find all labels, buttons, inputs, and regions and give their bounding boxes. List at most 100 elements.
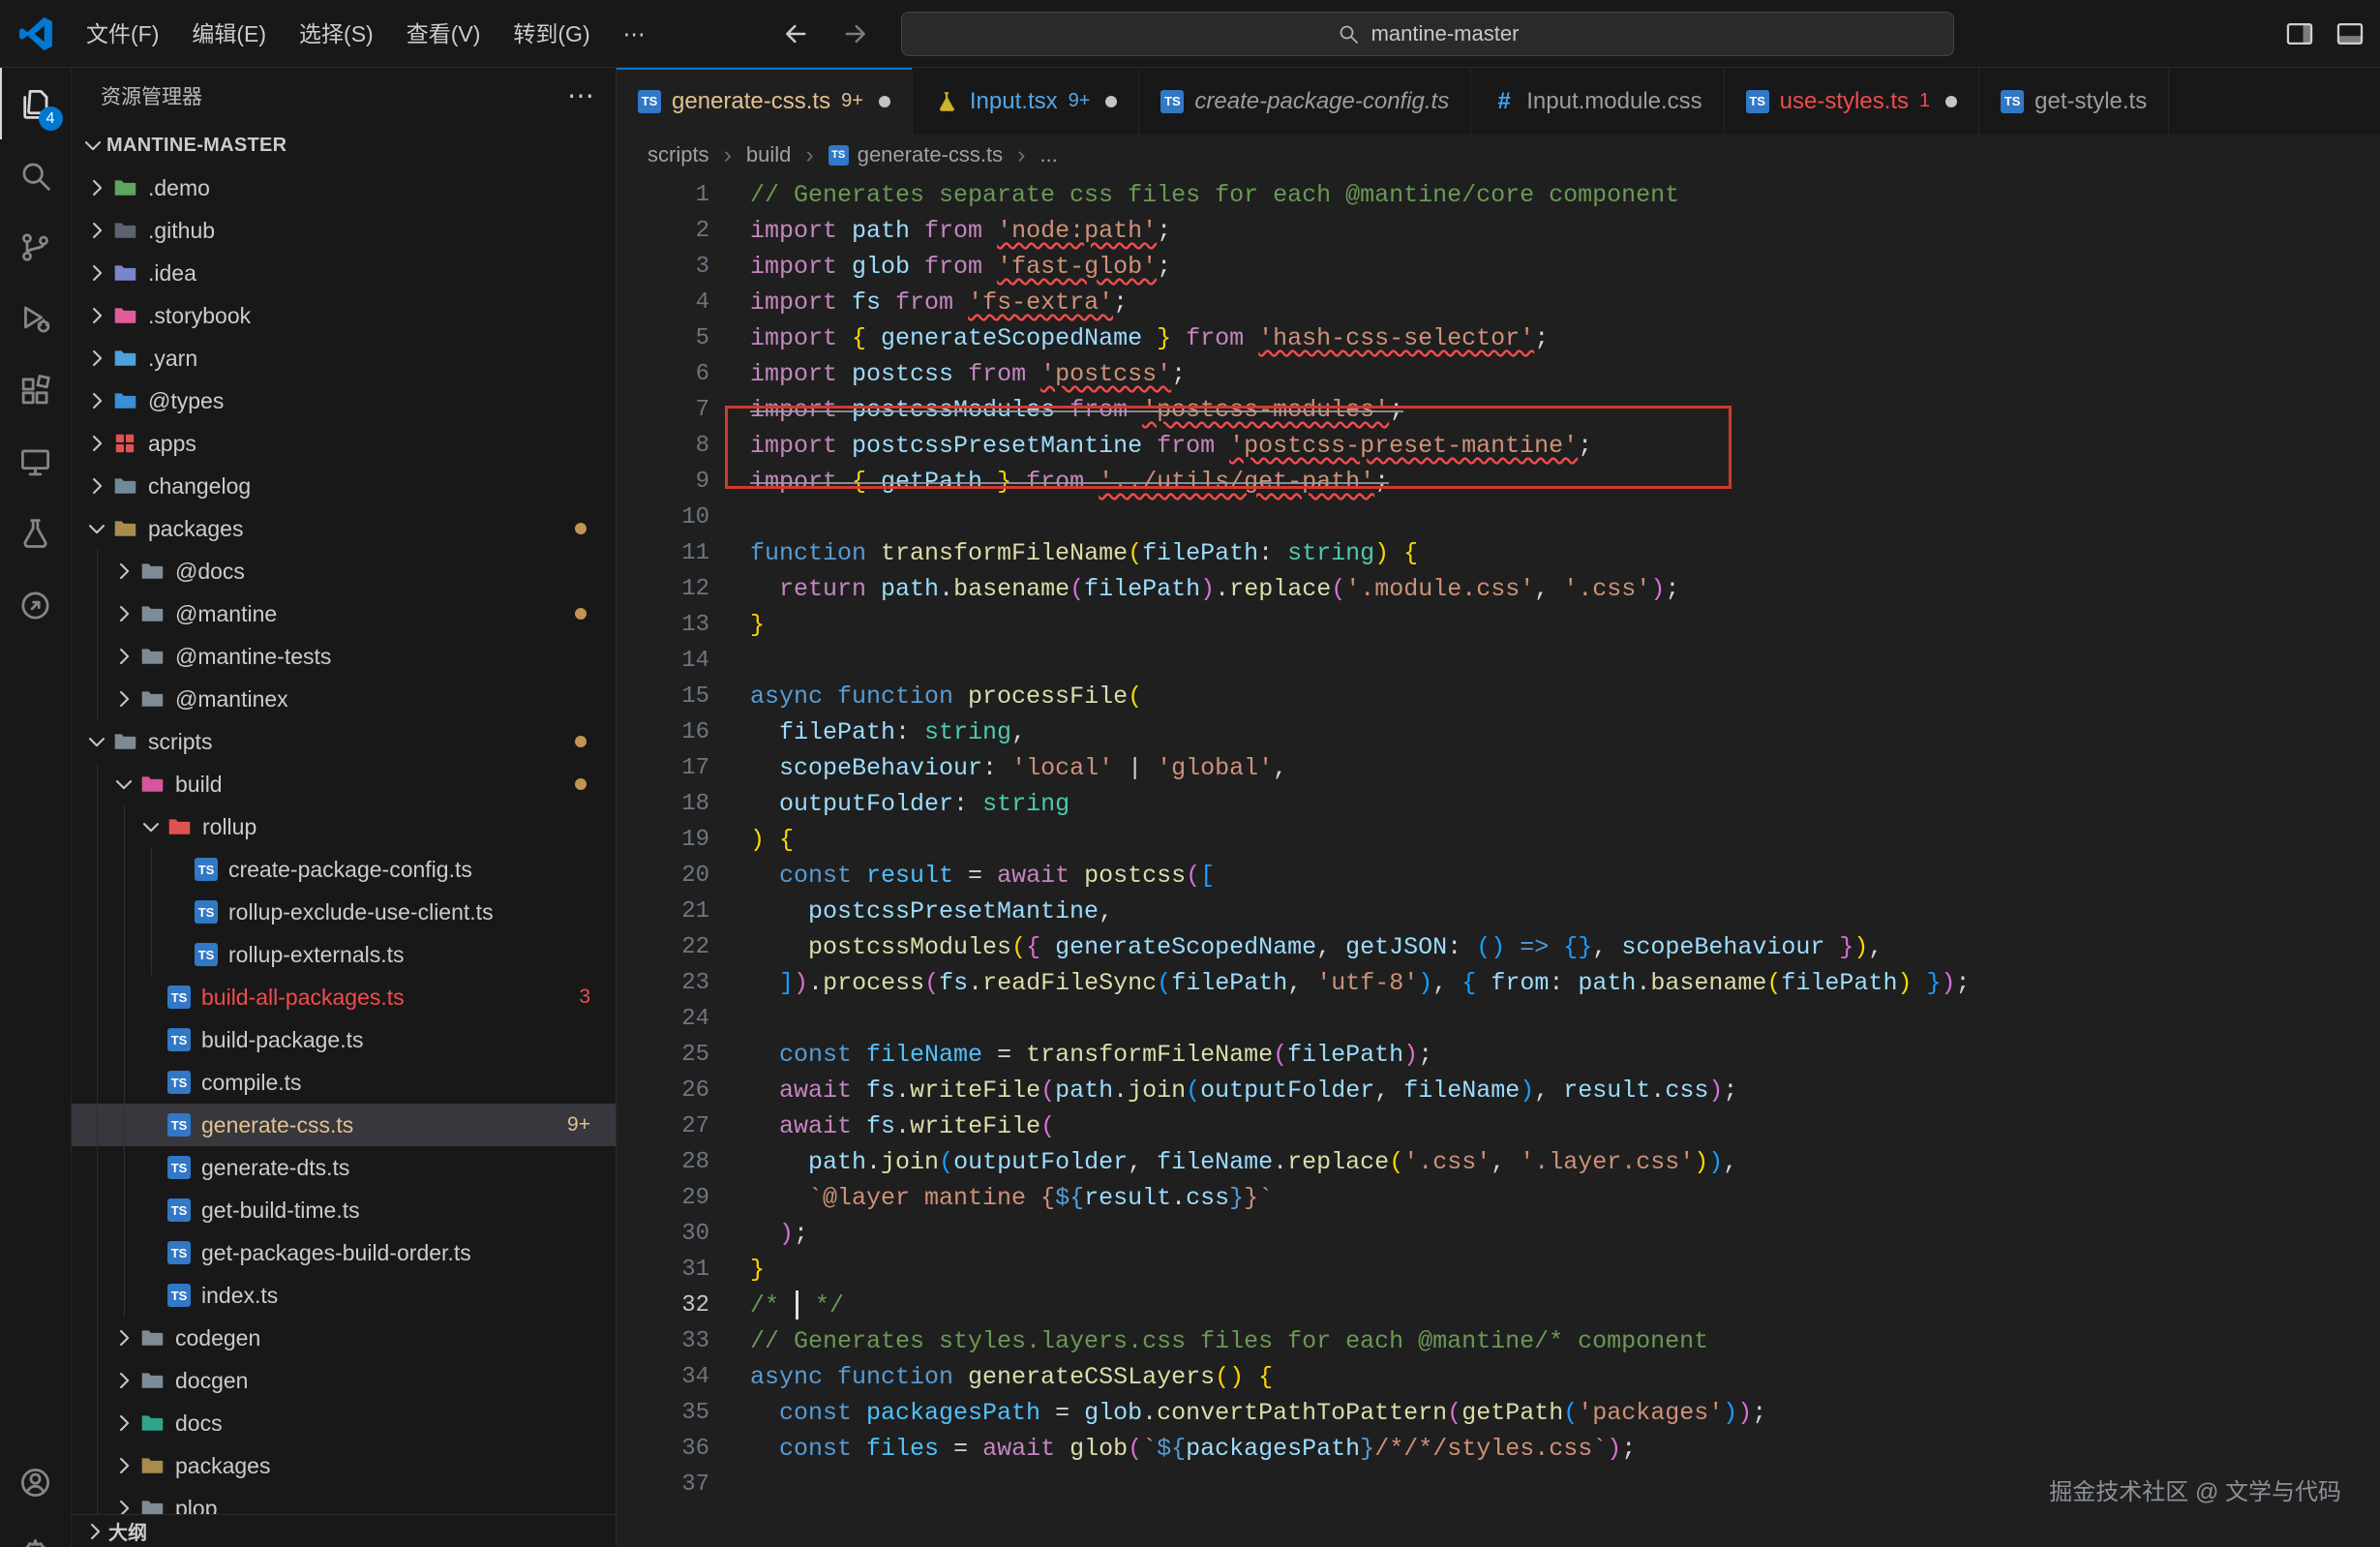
- code-line-3[interactable]: 3import glob from 'fast-glob';: [617, 249, 2380, 285]
- line-number[interactable]: 2: [617, 213, 709, 249]
- code-line-25[interactable]: 25 const fileName = transformFileName(fi…: [617, 1037, 2380, 1073]
- activity-account[interactable]: [0, 1446, 72, 1518]
- outline-section[interactable]: 大纲: [72, 1514, 616, 1547]
- line-number[interactable]: 15: [617, 679, 709, 714]
- tab-get-style-ts[interactable]: TSget-style.ts: [1979, 68, 2169, 135]
- dirty-indicator[interactable]: [1105, 96, 1117, 107]
- code-line-22[interactable]: 22 postcssModules({ generateScopedName, …: [617, 929, 2380, 965]
- line-number[interactable]: 23: [617, 965, 709, 1001]
- code-line-10[interactable]: 10: [617, 500, 2380, 535]
- code-line-29[interactable]: 29 `@layer mantine {${result.css}}`: [617, 1180, 2380, 1216]
- code-line-19[interactable]: 19) {: [617, 822, 2380, 858]
- tree-item-docgen[interactable]: docgen: [72, 1359, 616, 1402]
- line-number[interactable]: 14: [617, 643, 709, 679]
- code-line-8[interactable]: 8import postcssPresetMantine from 'postc…: [617, 428, 2380, 464]
- tree-item-mantine-tests[interactable]: @mantine-tests: [72, 635, 616, 678]
- line-number[interactable]: 19: [617, 822, 709, 858]
- tree-item-scripts[interactable]: scripts: [72, 720, 616, 763]
- tree-item-packages[interactable]: packages: [72, 1444, 616, 1487]
- dirty-indicator[interactable]: [1945, 96, 1957, 107]
- code-line-1[interactable]: 1// Generates separate css files for eac…: [617, 177, 2380, 213]
- code-line-16[interactable]: 16 filePath: string,: [617, 714, 2380, 750]
- activity-remote-explorer[interactable]: [0, 426, 72, 498]
- line-number[interactable]: 27: [617, 1108, 709, 1144]
- tree-item-create-package-config-ts[interactable]: TScreate-package-config.ts: [72, 848, 616, 891]
- code-line-35[interactable]: 35 const packagesPath = glob.convertPath…: [617, 1395, 2380, 1431]
- code-line-34[interactable]: 34async function generateCSSLayers() {: [617, 1359, 2380, 1395]
- activity-explorer[interactable]: 4: [0, 68, 72, 139]
- line-number[interactable]: 25: [617, 1037, 709, 1073]
- code-line-33[interactable]: 33// Generates styles.layers.css files f…: [617, 1323, 2380, 1359]
- tree-item-apps[interactable]: apps: [72, 422, 616, 465]
- line-number[interactable]: 22: [617, 929, 709, 965]
- line-number[interactable]: 37: [617, 1467, 709, 1502]
- line-number[interactable]: 21: [617, 894, 709, 929]
- tree-item-generate-dts-ts[interactable]: TSgenerate-dts.ts: [72, 1146, 616, 1189]
- line-number[interactable]: 33: [617, 1323, 709, 1359]
- breadcrumb-build[interactable]: build: [746, 142, 791, 167]
- layout-editor-icon[interactable]: [2283, 17, 2316, 50]
- menu-item-s[interactable]: 选择(S): [283, 12, 390, 56]
- tree-item-rollup[interactable]: rollup: [72, 805, 616, 848]
- breadcrumb-generate-css-ts[interactable]: TSgenerate-css.ts: [828, 142, 1003, 167]
- tree-item-index-ts[interactable]: TSindex.ts: [72, 1274, 616, 1317]
- breadcrumb-scripts[interactable]: scripts: [648, 142, 709, 167]
- line-number[interactable]: 4: [617, 285, 709, 320]
- tree-item-changelog[interactable]: changelog: [72, 465, 616, 507]
- line-number[interactable]: 13: [617, 607, 709, 643]
- tree-item-docs[interactable]: @docs: [72, 550, 616, 592]
- code-line-31[interactable]: 31}: [617, 1252, 2380, 1288]
- code-editor[interactable]: 1// Generates separate css files for eac…: [617, 175, 2380, 1547]
- code-line-20[interactable]: 20 const result = await postcss([: [617, 858, 2380, 894]
- forward-arrow-icon[interactable]: [840, 18, 871, 49]
- code-line-2[interactable]: 2import path from 'node:path';: [617, 213, 2380, 249]
- code-line-26[interactable]: 26 await fs.writeFile(path.join(outputFo…: [617, 1073, 2380, 1108]
- line-number[interactable]: 30: [617, 1216, 709, 1252]
- line-number[interactable]: 31: [617, 1252, 709, 1288]
- layout-panel-icon[interactable]: [2334, 17, 2366, 50]
- code-line-9[interactable]: 9import { getPath } from '../utils/get-p…: [617, 464, 2380, 500]
- line-number[interactable]: 16: [617, 714, 709, 750]
- line-number[interactable]: 17: [617, 750, 709, 786]
- line-number[interactable]: 28: [617, 1144, 709, 1180]
- code-line-14[interactable]: 14: [617, 643, 2380, 679]
- line-number[interactable]: 5: [617, 320, 709, 356]
- line-number[interactable]: 24: [617, 1001, 709, 1037]
- activity-testing[interactable]: [0, 498, 72, 569]
- code-line-23[interactable]: 23 ]).process(fs.readFileSync(filePath, …: [617, 965, 2380, 1001]
- menu-item-5[interactable]: ⋯: [607, 12, 662, 56]
- line-number[interactable]: 6: [617, 356, 709, 392]
- workspace-root-row[interactable]: MANTINE-MASTER: [72, 124, 616, 167]
- line-number[interactable]: 35: [617, 1395, 709, 1431]
- tree-item-docs[interactable]: docs: [72, 1402, 616, 1444]
- code-line-15[interactable]: 15async function processFile(: [617, 679, 2380, 714]
- line-number[interactable]: 32: [617, 1288, 709, 1323]
- tree-item-codegen[interactable]: codegen: [72, 1317, 616, 1359]
- tab-use-styles-ts[interactable]: TSuse-styles.ts1: [1725, 68, 1980, 135]
- tree-item-mantinex[interactable]: @mantinex: [72, 678, 616, 720]
- menu-item-g[interactable]: 转到(G): [497, 12, 606, 56]
- activity-extensions[interactable]: [0, 354, 72, 426]
- tree-item-build-all-packages-ts[interactable]: TSbuild-all-packages.ts3: [72, 976, 616, 1018]
- line-number[interactable]: 3: [617, 249, 709, 285]
- activity-run-debug[interactable]: [0, 283, 72, 354]
- tree-item-compile-ts[interactable]: TScompile.ts: [72, 1061, 616, 1104]
- breadcrumb-more[interactable]: ...: [1039, 142, 1057, 167]
- tree-item-rollup-externals-ts[interactable]: TSrollup-externals.ts: [72, 933, 616, 976]
- code-line-27[interactable]: 27 await fs.writeFile(: [617, 1108, 2380, 1144]
- code-line-17[interactable]: 17 scopeBehaviour: 'local' | 'global',: [617, 750, 2380, 786]
- tree-item-generate-css-ts[interactable]: TSgenerate-css.ts9+: [72, 1104, 616, 1146]
- line-number[interactable]: 29: [617, 1180, 709, 1216]
- tree-item-get-packages-build-order-ts[interactable]: TSget-packages-build-order.ts: [72, 1231, 616, 1274]
- tree-item-build-package-ts[interactable]: TSbuild-package.ts: [72, 1018, 616, 1061]
- line-number[interactable]: 11: [617, 535, 709, 571]
- tree-item-github[interactable]: .github: [72, 209, 616, 252]
- command-center-search[interactable]: mantine-master: [901, 12, 1954, 56]
- line-number[interactable]: 36: [617, 1431, 709, 1467]
- code-line-7[interactable]: 7import postcssModules from 'postcss-mod…: [617, 392, 2380, 428]
- menu-item-v[interactable]: 查看(V): [390, 12, 497, 56]
- tab-generate-css-ts[interactable]: TSgenerate-css.ts9+: [617, 68, 913, 135]
- code-line-30[interactable]: 30 );: [617, 1216, 2380, 1252]
- code-line-18[interactable]: 18 outputFolder: string: [617, 786, 2380, 822]
- code-line-6[interactable]: 6import postcss from 'postcss';: [617, 356, 2380, 392]
